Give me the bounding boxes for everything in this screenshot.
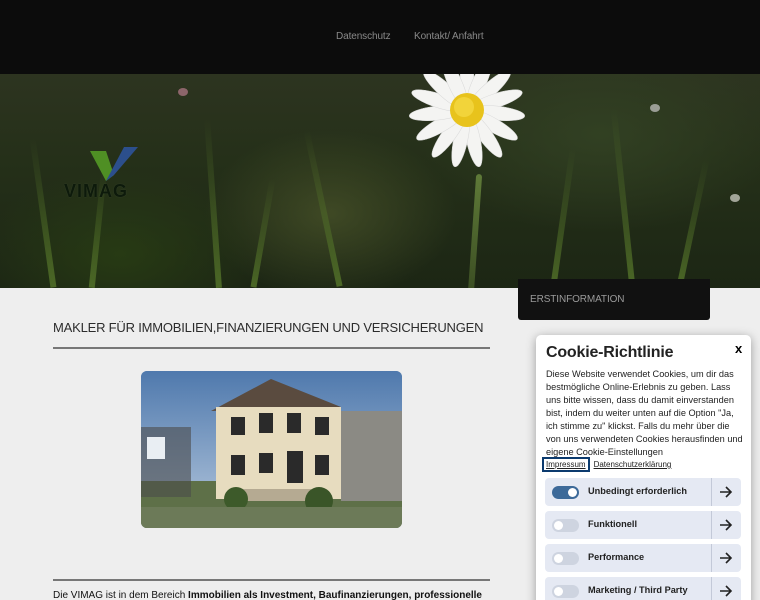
- cookie-dialog: Cookie-Richtlinie x Diese Website verwen…: [536, 335, 751, 600]
- toggle-switch[interactable]: [552, 486, 579, 499]
- cookie-option-performance[interactable]: Performance: [545, 544, 741, 572]
- toggle-switch[interactable]: [552, 519, 579, 532]
- arrow-right-icon[interactable]: [717, 517, 735, 533]
- top-navigation: Datenschutz Kontakt/ Anfahrt: [0, 0, 760, 74]
- impressum-link[interactable]: Impressum: [542, 457, 590, 472]
- sidebar-erstinformation[interactable]: ERSTINFORMATION: [518, 279, 710, 320]
- daisy-image: [409, 74, 525, 168]
- cookie-option-unbedingt-erforderlich[interactable]: Unbedingt erforderlich: [545, 478, 741, 506]
- cookie-dialog-links: Impressum Datenschutzerklärung: [542, 457, 671, 472]
- cookie-option-marketing-third-party[interactable]: Marketing / Third Party: [545, 577, 741, 600]
- cookie-option-funktionell[interactable]: Funktionell: [545, 511, 741, 539]
- toggle-switch[interactable]: [552, 552, 579, 565]
- arrow-right-icon[interactable]: [717, 550, 735, 566]
- title-divider: [53, 347, 490, 349]
- cookie-option-label: Funktionell: [588, 519, 637, 529]
- nav-link-kontakt[interactable]: Kontakt/ Anfahrt: [414, 31, 484, 42]
- hero-banner: VIMAG: [0, 74, 760, 288]
- cookie-option-label: Marketing / Third Party: [588, 585, 688, 595]
- toggle-switch[interactable]: [552, 585, 579, 598]
- datenschutzerklaerung-link[interactable]: Datenschutzerklärung: [594, 460, 672, 469]
- sidebar-erstinformation-label: ERSTINFORMATION: [530, 294, 625, 305]
- intro-paragraph: Die VIMAG ist in dem Bereich Immobilien …: [53, 590, 482, 600]
- close-icon[interactable]: x: [735, 341, 742, 356]
- vimag-logo-text: VIMAG: [64, 181, 129, 201]
- nav-link-datenschutz[interactable]: Datenschutz: [336, 31, 391, 42]
- cookie-dialog-text: Diese Website verwendet Cookies, um dir …: [546, 369, 743, 457]
- page-title: MAKLER FÜR IMMOBILIEN,FINANZIERUNGEN UND…: [53, 320, 484, 335]
- cookie-option-label: Unbedingt erforderlich: [588, 486, 688, 496]
- arrow-right-icon[interactable]: [717, 583, 735, 599]
- cookie-option-label: Performance: [588, 552, 645, 562]
- house-photo: [141, 371, 402, 528]
- content-divider: [53, 579, 490, 581]
- arrow-right-icon[interactable]: [717, 484, 735, 500]
- cookie-dialog-title: Cookie-Richtlinie: [546, 344, 674, 361]
